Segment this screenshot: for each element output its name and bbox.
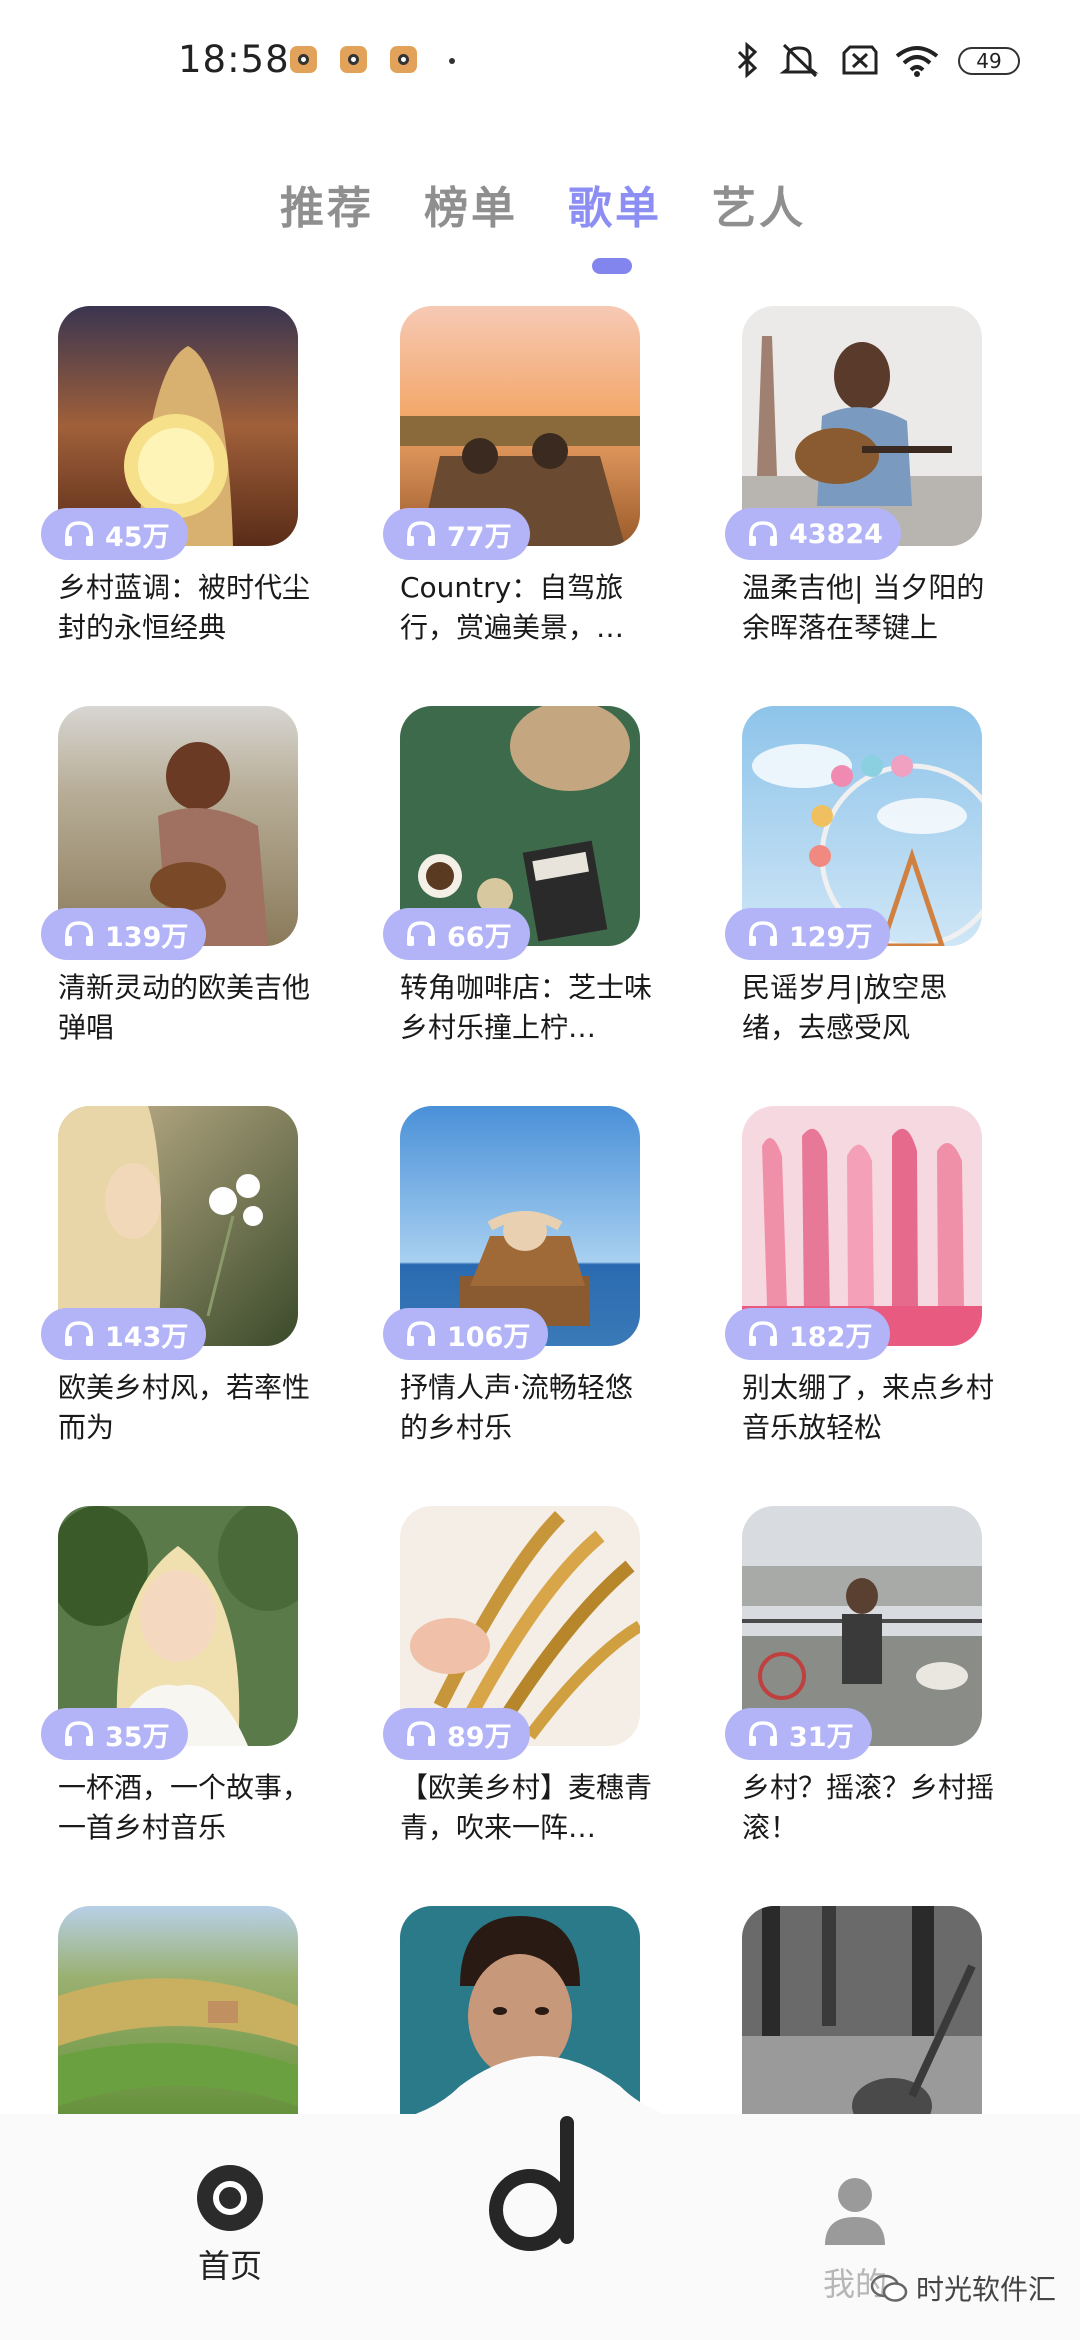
status-bar: 18:58 49 [0, 0, 1080, 125]
headphones-icon [65, 1721, 93, 1746]
playlist-title: 转角咖啡店：芝士味乡村乐撞上柠… [400, 971, 653, 1044]
headphones-icon [65, 921, 93, 946]
tab-indicator [592, 258, 632, 274]
play-count: 35万 [105, 1721, 170, 1753]
category-tabs: 推荐 榜单 歌单 艺人 [0, 172, 1080, 242]
headphones-icon [749, 521, 777, 546]
playlist-title: 乡村？摇滚？乡村摇滚！ [742, 1771, 995, 1844]
play-count-badge: 66万 [383, 908, 530, 960]
music-logo-icon[interactable] [482, 2112, 602, 2262]
battery-icon: 49 [958, 47, 1020, 75]
play-count: 106万 [447, 1321, 531, 1353]
playlist-title: 抒情人声·流畅轻悠的乡村乐 [400, 1371, 633, 1444]
play-count: 45万 [105, 521, 170, 553]
play-count: 129万 [789, 921, 873, 953]
playlist-title: Country：自驾旅行，赏遍美景，… [400, 571, 625, 644]
mute-icon [779, 43, 819, 78]
play-count: 89万 [447, 1721, 512, 1753]
watermark-text: 时光软件汇 [916, 2273, 1057, 2306]
wifi-icon [895, 46, 939, 77]
playlist-title: 清新灵动的欧美吉他弹唱 [58, 971, 311, 1044]
tab-charts[interactable]: 榜单 [424, 172, 518, 236]
play-count: 66万 [447, 921, 512, 953]
play-count: 43824 [789, 518, 883, 550]
headphones-icon [749, 1321, 777, 1346]
headphones-icon [407, 521, 435, 546]
playlist-title: 民谣岁月|放空思绪，去感受风 [742, 971, 948, 1044]
play-count-badge: 45万 [41, 508, 188, 560]
play-count: 143万 [105, 1321, 189, 1353]
playlist-title: 欧美乡村风，若率性而为 [58, 1371, 311, 1444]
tab-recommend[interactable]: 推荐 [280, 172, 374, 236]
nav-home-button[interactable]: 首页 [190, 2165, 270, 2287]
play-count-badge: 89万 [383, 1708, 530, 1760]
playlist-title: 一杯酒，一个故事，一首乡村音乐 [58, 1771, 311, 1844]
tab-playlists[interactable]: 歌单 [568, 172, 662, 236]
app-notification-icon [290, 46, 317, 73]
play-count-badge: 35万 [41, 1708, 188, 1760]
headphones-icon [407, 1321, 435, 1346]
watermark: 时光软件汇 [870, 2268, 1056, 2308]
play-count-badge: 43824 [725, 508, 901, 560]
playlist-grid: 45万 乡村蓝调：被时代尘封的永恒经典 77万 Country：自驾旅行，赏遍美… [0, 306, 1080, 2114]
play-count: 31万 [789, 1721, 854, 1753]
play-count-badge: 106万 [383, 1308, 549, 1360]
play-count: 182万 [789, 1321, 873, 1353]
headphones-icon [749, 1721, 777, 1746]
app-screen: 18:58 49 推荐 榜单 歌单 艺人 45万 乡村蓝调：被时代尘封的永恒经典… [0, 0, 1080, 2340]
play-count-badge: 143万 [41, 1308, 207, 1360]
wechat-icon [870, 2274, 908, 2302]
playlist-title: 别太绷了，来点乡村音乐放轻松 [742, 1371, 995, 1444]
headphones-icon [65, 521, 93, 546]
headphones-icon [407, 921, 435, 946]
playlist-title: 乡村蓝调：被时代尘封的永恒经典 [58, 571, 311, 644]
headphones-icon [749, 921, 777, 946]
nav-home-label: 首页 [197, 2247, 262, 2285]
more-notifications-dot [449, 58, 455, 64]
home-disc-icon [197, 2165, 263, 2231]
app-notification-icon [340, 46, 367, 73]
playlist-title: 【欧美乡村】麦穗青青，吹来一阵… [400, 1771, 653, 1844]
playlist-title: 温柔吉他| 当夕阳的余晖落在琴键上 [742, 571, 985, 644]
play-count-badge: 129万 [725, 908, 891, 960]
headphones-icon [407, 1721, 435, 1746]
play-count-badge: 31万 [725, 1708, 872, 1760]
play-count-badge: 182万 [725, 1308, 891, 1360]
bluetooth-icon [737, 42, 758, 78]
app-notification-icon [390, 46, 417, 73]
profile-icon [825, 2178, 885, 2245]
status-time: 18:58 [178, 38, 290, 81]
play-count-badge: 139万 [41, 908, 207, 960]
headphones-icon [65, 1321, 93, 1346]
play-count: 139万 [105, 921, 189, 953]
tab-artists[interactable]: 艺人 [712, 172, 806, 236]
play-count: 77万 [447, 521, 512, 553]
no-sim-icon [842, 45, 878, 75]
play-count-badge: 77万 [383, 508, 530, 560]
